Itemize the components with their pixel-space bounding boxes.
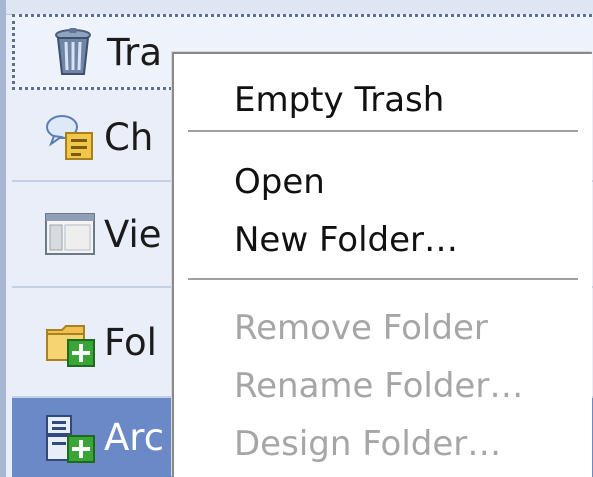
navigation-pane-top-edge [6, 0, 593, 15]
menu-item-new-folder[interactable]: New Folder… [234, 220, 458, 260]
nav-item-trash-label: Tra [107, 30, 163, 74]
menu-item-design-folder: Design Folder… [234, 424, 502, 464]
views-window-icon [45, 213, 95, 255]
menu-separator [188, 130, 578, 132]
trash-can-icon [55, 28, 91, 75]
archive-add-icon [46, 414, 95, 463]
nav-item-chat-label: Ch [104, 115, 154, 159]
menu-item-empty-trash[interactable]: Empty Trash [234, 80, 444, 120]
menu-item-remove-folder: Remove Folder [234, 308, 488, 348]
chat-icon [46, 115, 93, 160]
menu-separator [188, 278, 578, 280]
folder-add-icon [46, 325, 95, 367]
nav-item-views-label: Vie [104, 212, 162, 256]
nav-item-archive-label: Arc [104, 416, 165, 459]
context-menu: Empty Trash Open New Folder… Remove Fold… [172, 52, 592, 477]
menu-item-rename-folder: Rename Folder… [234, 366, 524, 406]
menu-item-open[interactable]: Open [234, 162, 325, 202]
nav-item-folder-label: Fol [104, 320, 157, 364]
screen: Tra Ch Vie Fol Arc Empty Trash Open New … [0, 0, 593, 477]
